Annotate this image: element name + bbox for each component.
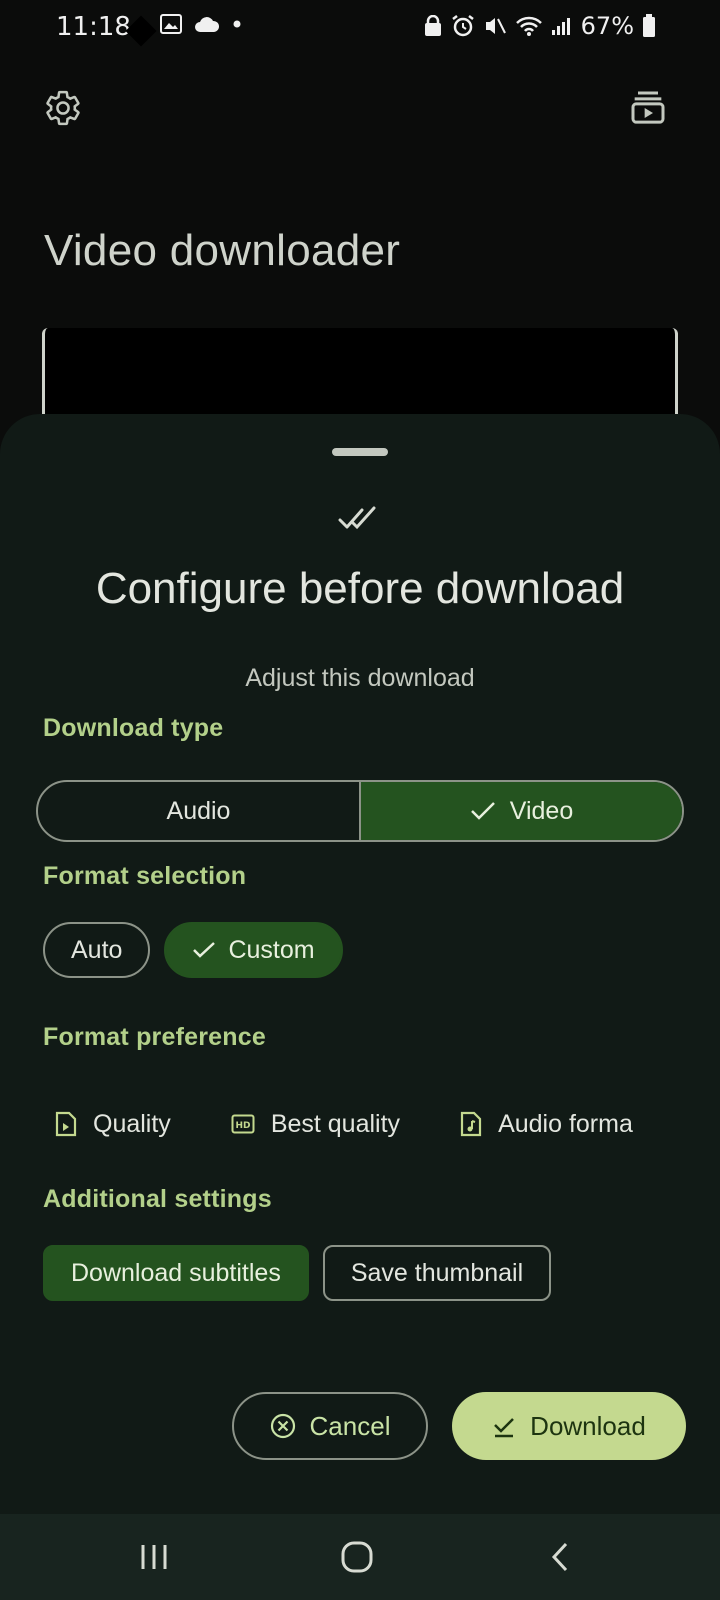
segment-audio-label: Audio bbox=[166, 796, 231, 825]
format-selection-chips: Auto Custom bbox=[43, 922, 343, 978]
cancel-circle-icon bbox=[270, 1413, 295, 1439]
gallery-icon bbox=[160, 14, 182, 34]
check-icon bbox=[193, 942, 216, 958]
back-chevron-icon bbox=[551, 1542, 568, 1572]
dot-icon bbox=[233, 20, 241, 28]
additional-settings-chips: Download subtitles Save thumbnail bbox=[43, 1245, 552, 1301]
double-check-icon bbox=[338, 506, 376, 530]
system-icons: 67% bbox=[423, 12, 656, 40]
wifi-icon bbox=[515, 16, 542, 36]
check-icon bbox=[470, 802, 495, 820]
pref-audio-format-label: Audio forma bbox=[498, 1109, 633, 1138]
status-time: 11:18 bbox=[56, 12, 131, 42]
pref-quality-label: Quality bbox=[93, 1109, 171, 1138]
pref-audio-format[interactable]: Audio forma bbox=[448, 1094, 633, 1154]
status-bar: 11:18 67% bbox=[0, 0, 720, 54]
settings-button[interactable] bbox=[39, 84, 87, 132]
gear-icon bbox=[46, 90, 80, 126]
download-type-segmented: Audio Video bbox=[36, 780, 684, 842]
url-input[interactable] bbox=[42, 328, 678, 428]
mute-icon bbox=[485, 18, 506, 34]
lock-icon bbox=[424, 15, 441, 36]
chip-auto[interactable]: Auto bbox=[43, 922, 151, 978]
pref-best-quality-label: Best quality bbox=[270, 1109, 401, 1138]
download-button[interactable]: Download bbox=[452, 1392, 686, 1460]
home-icon bbox=[341, 1541, 373, 1573]
home-button[interactable] bbox=[327, 1532, 387, 1582]
drag-handle[interactable] bbox=[332, 448, 388, 456]
screen: 11:18 67% Video downloader Configure bef… bbox=[0, 0, 720, 1600]
recents-icon bbox=[141, 1545, 167, 1569]
chip-save-thumbnail-label: Save thumbnail bbox=[350, 1258, 524, 1287]
pref-best-quality[interactable]: HD Best quality bbox=[219, 1094, 400, 1154]
sheet-title: Configure before download bbox=[95, 564, 625, 613]
file-audio-icon bbox=[460, 1111, 482, 1137]
download-check-icon bbox=[494, 1418, 515, 1438]
recents-button[interactable] bbox=[124, 1532, 184, 1582]
additional-settings-label: Additional settings bbox=[43, 1185, 272, 1213]
chip-custom-label: Custom bbox=[228, 935, 315, 964]
segment-video[interactable]: Video bbox=[359, 782, 682, 840]
chip-download-subtitles-label: Download subtitles bbox=[71, 1258, 281, 1287]
cancel-label: Cancel bbox=[309, 1410, 391, 1441]
pref-quality[interactable]: Quality bbox=[43, 1094, 171, 1154]
hd-icon: HD bbox=[231, 1114, 255, 1134]
download-type-label: Download type bbox=[43, 714, 224, 742]
video-queue-icon bbox=[631, 91, 665, 124]
format-preference-row: Quality HD Best quality Audio forma bbox=[43, 1094, 683, 1154]
chip-custom[interactable]: Custom bbox=[164, 922, 343, 978]
svg-text:HD: HD bbox=[235, 1121, 250, 1131]
chip-auto-label: Auto bbox=[71, 935, 123, 964]
signal-icon bbox=[551, 18, 570, 35]
alarm-icon bbox=[451, 15, 474, 37]
chip-download-subtitles[interactable]: Download subtitles bbox=[43, 1245, 309, 1301]
download-label: Download bbox=[530, 1410, 646, 1441]
battery-icon bbox=[643, 14, 655, 37]
cloud-icon bbox=[195, 17, 220, 32]
format-preference-label: Format preference bbox=[43, 1023, 266, 1051]
sheet-subtitle: Adjust this download bbox=[245, 664, 475, 692]
system-nav-bar bbox=[0, 1514, 720, 1600]
chip-save-thumbnail[interactable]: Save thumbnail bbox=[322, 1245, 552, 1301]
format-selection-label: Format selection bbox=[43, 862, 247, 890]
configure-bottom-sheet: Configure before download Adjust this do… bbox=[0, 414, 720, 1514]
notification-icons bbox=[160, 14, 242, 34]
queue-button[interactable] bbox=[624, 84, 672, 132]
page-title: Video downloader bbox=[44, 226, 401, 275]
segment-video-label: Video bbox=[509, 796, 574, 825]
segment-audio[interactable]: Audio bbox=[38, 782, 359, 840]
battery-percent: 67% bbox=[580, 12, 634, 40]
file-video-icon bbox=[55, 1111, 77, 1137]
back-button[interactable] bbox=[530, 1532, 590, 1582]
cancel-button[interactable]: Cancel bbox=[232, 1392, 428, 1460]
